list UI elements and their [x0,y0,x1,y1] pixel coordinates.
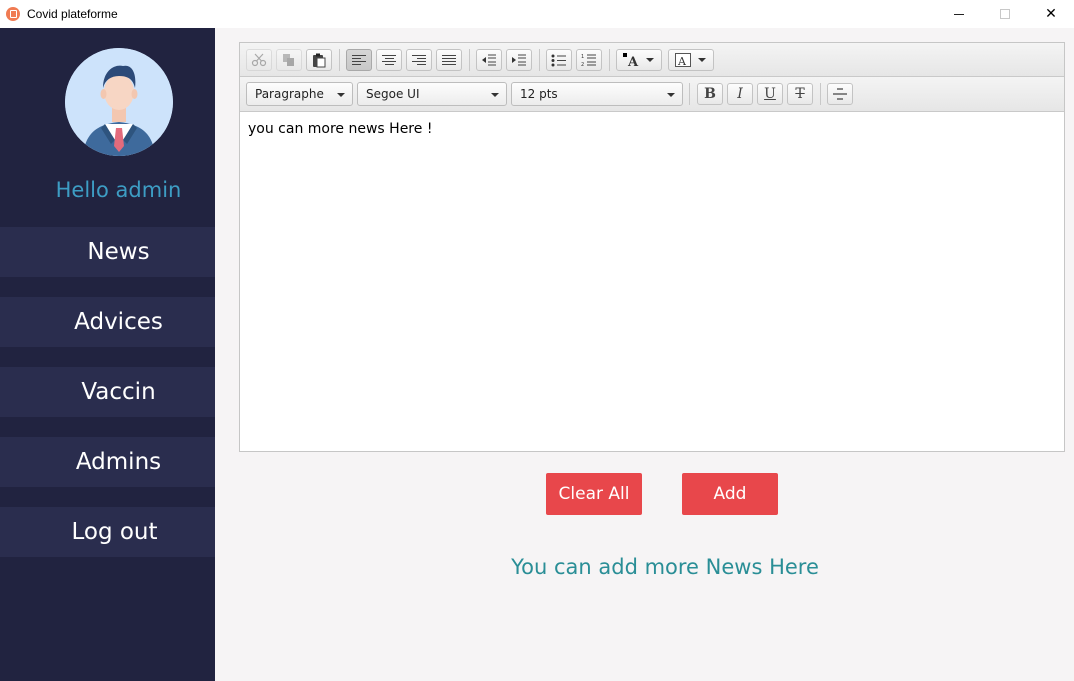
sidebar-item-label: News [87,239,150,265]
font-size-select[interactable]: 12 pts [511,82,683,106]
svg-text:A: A [677,55,687,67]
numbered-list-icon: 12 [581,54,596,67]
maximize-button[interactable] [982,0,1028,28]
window-title: Covid plateforme [27,7,118,21]
html-editor: 12 A A Paragraphe Segoe UI 12 pts B I U … [239,42,1065,452]
sidebar-item-label: Admins [75,449,162,475]
strikethrough-icon: T [795,86,805,102]
align-right-button[interactable] [406,49,432,71]
align-left-button[interactable] [346,49,372,71]
align-center-icon [382,55,396,65]
align-center-button[interactable] [376,49,402,71]
align-left-icon [352,55,366,65]
copy-button[interactable] [276,49,302,71]
numbered-list-button[interactable]: 12 [576,49,602,71]
justify-icon [442,55,456,65]
sidebar-item-admins[interactable]: Admins [0,437,215,487]
horizontal-rule-button[interactable] [827,83,853,105]
chevron-down-icon [337,93,345,97]
greeting: Hello admin [55,178,182,202]
sidebar-item-advices[interactable]: Advices [0,297,215,347]
text-color-icon: A [623,53,639,67]
text-color-dropdown[interactable]: A [616,49,662,71]
svg-text:2: 2 [581,62,584,67]
sidebar-item-label: Log out [71,519,158,545]
background-color-dropdown[interactable]: A [668,49,714,71]
italic-button[interactable]: I [727,83,753,105]
sidebar-item-label: Advices [74,309,163,335]
minimize-icon [954,13,964,15]
svg-text:A: A [627,55,639,67]
app-icon [6,7,20,21]
background-color-icon: A [675,53,691,67]
align-right-icon [412,55,426,65]
hint-text: You can add more News Here [511,555,819,579]
editor-toolbar-bottom: Paragraphe Segoe UI 12 pts B I U T [240,77,1064,112]
copy-icon [283,54,294,66]
window-controls: ✕ [936,0,1074,28]
paragraph-style-value: Paragraphe [255,87,324,101]
font-size-value: 12 pts [520,87,558,101]
outdent-button[interactable] [476,49,502,71]
justify-button[interactable] [436,49,462,71]
italic-icon: I [737,86,743,102]
indent-button[interactable] [506,49,532,71]
chevron-down-icon [491,93,499,97]
sidebar-item-vaccin[interactable]: Vaccin [0,367,215,417]
clear-all-button[interactable]: Clear All [546,473,642,515]
underline-button[interactable]: U [757,83,783,105]
editor-content[interactable]: you can more news Here ! [240,112,1064,451]
font-family-value: Segoe UI [366,87,420,101]
svg-text:1: 1 [581,54,584,60]
paste-icon [313,53,326,67]
chevron-down-icon [667,93,675,97]
minimize-button[interactable] [936,0,982,28]
paragraph-style-select[interactable]: Paragraphe [246,82,353,106]
title-bar: Covid plateforme ✕ [0,0,1074,28]
editor-toolbar-top: 12 A A [240,43,1064,77]
sidebar-item-news[interactable]: News [0,227,215,277]
outdent-icon [482,54,496,66]
cut-icon [251,53,267,67]
main-panel: 12 A A Paragraphe Segoe UI 12 pts B I U … [215,28,1074,681]
close-button[interactable]: ✕ [1028,0,1074,28]
sidebar-item-label: Vaccin [81,379,156,405]
cut-button[interactable] [246,49,272,71]
avatar [65,48,173,156]
font-family-select[interactable]: Segoe UI [357,82,507,106]
bold-icon: B [704,86,716,102]
sidebar: Hello admin News Advices Vaccin Admins L… [0,28,215,681]
bold-button[interactable]: B [697,83,723,105]
close-icon: ✕ [1045,6,1057,22]
add-button[interactable]: Add [682,473,778,515]
user-avatar-icon [65,48,173,156]
bullet-list-icon [551,54,566,66]
indent-icon [512,54,526,66]
underline-icon: U [764,86,776,102]
strikethrough-button[interactable]: T [787,83,813,105]
horizontal-rule-icon [833,88,847,100]
maximize-icon [1000,9,1010,19]
bullet-list-button[interactable] [546,49,572,71]
sidebar-item-logout[interactable]: Log out [0,507,215,557]
paste-button[interactable] [306,49,332,71]
